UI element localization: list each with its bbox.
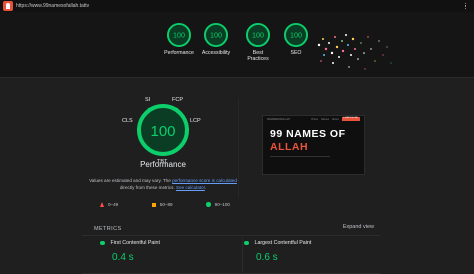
thumbnail-title-line2: ALLAH [270,141,309,153]
score-accessibility[interactable]: 100 Accessibility [200,22,232,56]
seo-gauge-icon: 100 [283,22,309,48]
pass-circle-icon [244,240,249,246]
fail-triangle-icon [100,202,104,207]
url-text[interactable]: https://www.99namesofallah.tattv [16,3,89,9]
score-label: Accessibility [201,50,231,56]
metric-si-label: SI [145,97,151,103]
metrics-divider [242,238,243,274]
metric-value: 0.4 s [112,252,134,263]
svg-text:100: 100 [252,32,264,40]
performance-gauge-icon: 100 [166,22,192,48]
site-favicon-icon [3,1,13,11]
pass-circle-icon [100,240,105,246]
svg-text:100: 100 [290,32,302,40]
main-panel: 100 SI FCP CLS LCP TBT Performance Value… [0,78,474,274]
score-note: Values are estimated and may vary. The p… [82,177,244,191]
thumbnail-nav-link: Home [311,117,319,121]
legend-range: 90–100 [214,202,230,207]
pass-circle-icon [206,202,211,207]
thumbnail-nav-link: Names [321,117,329,121]
metric-name: First Contentful Paint [110,240,160,246]
score-performance[interactable]: 100 Performance [163,22,195,56]
calculator-link[interactable]: See calculator [176,185,205,190]
score-legend: 0–49 50–89 90–100 [100,202,230,207]
score-label: Best Practices [247,50,269,62]
performance-score-link[interactable]: performance score is calculated [172,178,237,183]
more-options-icon[interactable] [464,2,466,10]
performance-title: Performance [140,160,186,169]
metric-cls-label: CLS [122,118,133,124]
legend-range: 0–49 [108,202,119,207]
metric-name: Largest Contentful Paint [254,240,312,246]
svg-text:100: 100 [173,32,185,40]
performance-ring-icon: 100 [137,104,189,156]
page-screenshot-thumbnail[interactable]: 99NAMESOFALLAH Home Names About LEARN MO… [262,115,365,175]
score-seo[interactable]: 100 SEO [280,22,312,56]
note-text: . [204,185,207,190]
best-practices-gauge-icon: 100 [245,22,271,48]
metric-value: 0.6 s [256,252,278,263]
metrics-header: METRICS Expand view [82,221,380,236]
thumbnail-nav-button: LEARN MORE [341,117,360,121]
metric-fcp: First Contentful Paint 0.4 s [100,240,240,263]
note-text: directly from these metrics. [119,185,177,190]
metric-fcp-label: FCP [172,97,183,103]
score-header: 100 Performance 100 Accessibility 100 Be… [0,12,474,78]
legend-item-pass: 90–100 [206,202,230,207]
score-label: Performance [164,50,194,56]
average-square-icon [151,202,156,207]
accessibility-gauge-icon: 100 [203,22,229,48]
thumbnail-nav-link: About [331,117,339,121]
svg-text:100: 100 [150,123,175,140]
legend-item-average: 50–89 [151,202,173,207]
performance-gauge[interactable]: 100 SI FCP CLS LCP TBT [118,96,208,168]
expand-view-toggle[interactable]: Expand view [343,224,374,230]
svg-text:100: 100 [210,32,222,40]
metric-lcp: Largest Contentful Paint 0.6 s [244,240,384,263]
section-divider [238,98,239,198]
score-best-practices[interactable]: 100 Best Practices [240,22,276,62]
legend-item-fail: 0–49 [100,202,118,207]
thumbnail-brand: 99NAMESOFALLAH [267,117,290,121]
metric-lcp-label: LCP [190,118,201,124]
confetti-decoration-icon [317,34,392,70]
metrics-heading: METRICS [94,226,122,232]
thumbnail-nav: 99NAMESOFALLAH Home Names About LEARN MO… [263,116,364,122]
thumbnail-title-line1: 99 NAMES OF [270,128,346,140]
score-label: SEO [290,50,302,56]
legend-range: 50–89 [159,202,173,207]
note-text: Values are estimated and may vary. The [89,178,173,183]
thumbnail-divider [270,156,330,157]
